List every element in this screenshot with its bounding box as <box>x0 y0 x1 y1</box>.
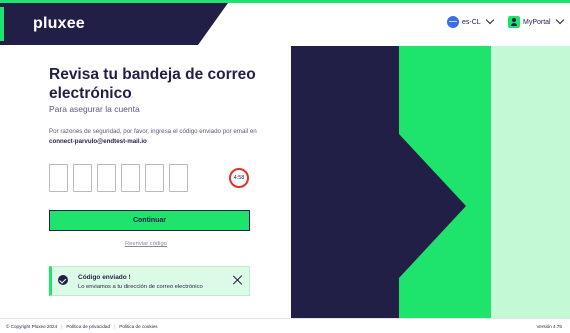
instructions-text: Por razones de seguridad, por favor, ing… <box>49 127 284 147</box>
instructions-prefix: Por razones de seguridad, por favor, ing… <box>49 128 257 135</box>
notification-title: Código enviado ! <box>78 274 131 281</box>
version-label: Versión 4.75 <box>536 324 562 329</box>
portal-label: MyPortal <box>523 18 551 26</box>
copyright-text: © Copyright Pluxee 2024 <box>6 324 58 329</box>
language-selector[interactable]: es-CL <box>447 15 494 28</box>
cookie-policy-link[interactable]: Política de cookies <box>119 324 157 329</box>
code-digit-1[interactable] <box>49 164 68 192</box>
page-footer: © Copyright Pluxee 2024 | Política de pr… <box>0 318 570 333</box>
countdown-timer: 4:58 <box>229 168 249 188</box>
code-digit-4[interactable] <box>121 164 140 192</box>
privacy-policy-link[interactable]: Política de privacidad <box>66 324 110 329</box>
logo-text: pluxee <box>33 15 85 32</box>
pluxee-logo[interactable]: pluxee <box>0 3 228 45</box>
footer-divider: | <box>114 324 116 329</box>
page-title: Revisa tu bandeja de correo electrónico <box>49 66 256 102</box>
email-address: connect-parvulo@endtest-mail.io <box>49 138 147 145</box>
code-digit-3[interactable] <box>97 164 116 192</box>
top-header: pluxee es-CL MyPortal <box>0 0 570 46</box>
close-icon[interactable] <box>232 274 244 286</box>
check-circle-icon <box>58 275 68 285</box>
user-icon <box>508 16 520 28</box>
myportal-menu[interactable]: MyPortal <box>508 15 564 28</box>
resend-code-link[interactable]: Reenviar código <box>125 241 167 247</box>
footer-divider: | <box>61 324 63 329</box>
notification-message: Lo enviamos a tu dirección de correo ele… <box>78 284 203 290</box>
verification-code-input <box>49 164 188 192</box>
globe-icon <box>447 16 459 28</box>
code-digit-2[interactable] <box>73 164 92 192</box>
code-sent-notification: Código enviado ! Lo enviamos a tu direcc… <box>49 266 250 296</box>
footer-links: © Copyright Pluxee 2024 | Política de pr… <box>6 324 158 329</box>
chevron-down-icon <box>485 15 494 25</box>
language-label: es-CL <box>462 18 481 26</box>
decorative-brand-panel <box>291 46 570 318</box>
continue-button[interactable]: Continuar <box>49 210 250 231</box>
chevron-down-icon <box>555 15 564 25</box>
code-digit-6[interactable] <box>169 164 188 192</box>
code-digit-5[interactable] <box>145 164 164 192</box>
page-subtitle: Para asegurar la cuenta <box>49 104 140 114</box>
decorative-chevron-shapes <box>291 46 570 318</box>
